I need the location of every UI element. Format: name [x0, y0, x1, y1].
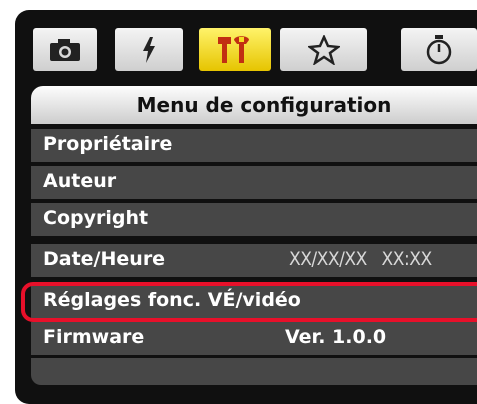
- tab-timer[interactable]: [401, 28, 477, 71]
- tab-setup[interactable]: [199, 28, 271, 71]
- menu-item-copyright[interactable]: Copyright: [31, 203, 477, 236]
- menu-item-label: Réglages fonc. VÉ/vidéo: [43, 289, 301, 311]
- date-time-value: XX/XX/XX XX:XX: [289, 248, 432, 270]
- star-icon: [307, 34, 340, 65]
- menu-item-label: Auteur: [43, 170, 117, 192]
- menu-item-label: Firmware: [43, 326, 145, 348]
- stopwatch-icon: [426, 34, 452, 64]
- menu-tab-bar: [33, 28, 477, 71]
- menu-item-label: Copyright: [43, 207, 149, 229]
- camera-settings-window: Menu de configuration Propriétaire Auteu…: [0, 0, 477, 404]
- menu-item-owner[interactable]: Propriétaire: [31, 129, 477, 162]
- firmware-version-value: Ver. 1.0.0: [285, 326, 387, 348]
- tab-flash[interactable]: [115, 28, 183, 71]
- tab-my-menu[interactable]: [280, 28, 367, 71]
- lightning-icon: [143, 36, 155, 63]
- menu-title: Menu de configuration: [31, 86, 477, 124]
- camera-icon: [50, 38, 80, 61]
- menu-item-label: Date/Heure: [43, 248, 166, 270]
- menu-item-firmware[interactable]: Firmware Ver. 1.0.0: [31, 322, 477, 355]
- menu-item-author[interactable]: Auteur: [31, 166, 477, 199]
- wrench-tools-icon: [218, 35, 249, 63]
- menu-item-date-time[interactable]: Date/Heure XX/XX/XX XX:XX: [31, 244, 477, 277]
- menu-item-label: Propriétaire: [43, 133, 173, 155]
- tab-shooting[interactable]: [33, 28, 97, 71]
- menu-item-lens-video-settings[interactable]: Réglages fonc. VÉ/vidéo: [31, 285, 477, 318]
- menu-empty-row: [31, 358, 477, 385]
- menu-title-text: Menu de configuration: [136, 93, 392, 117]
